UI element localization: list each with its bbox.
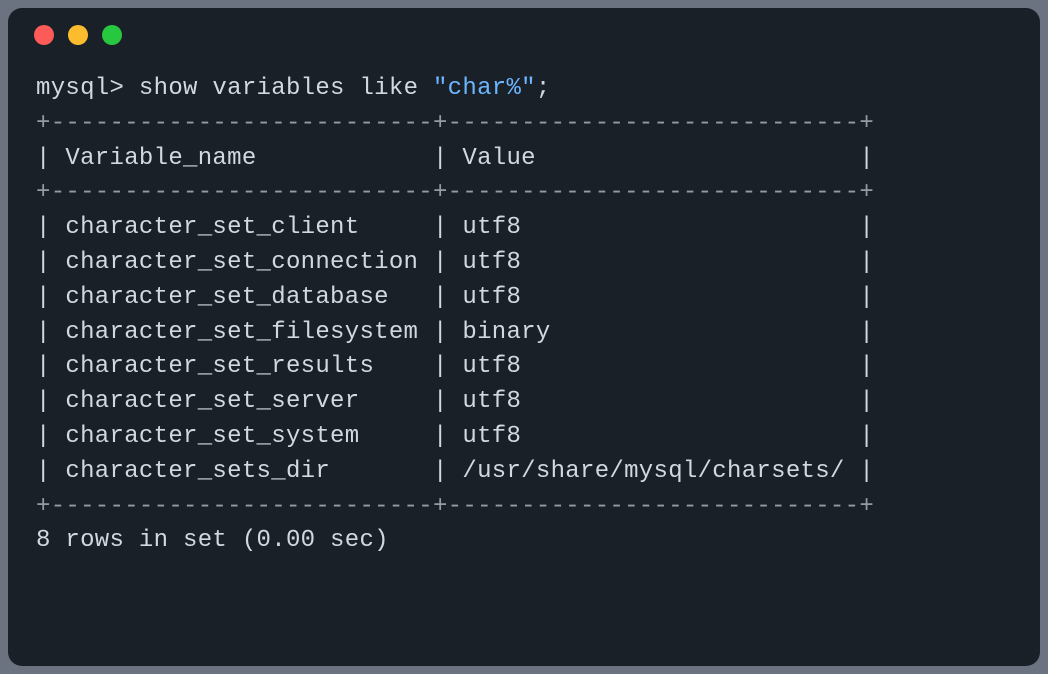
sql-string: "char%" [433,75,536,102]
table-header: | Variable_name | Value | [36,145,874,172]
window-titlebar [8,8,1040,62]
table-border-top: +--------------------------+------------… [36,110,874,137]
table-row: | character_set_server | utf8 | [36,388,874,415]
result-footer: 8 rows in set (0.00 sec) [36,527,389,554]
sql-terminator: ; [536,75,551,102]
table-row: | character_set_connection | utf8 | [36,249,874,276]
terminal-window: mysql> show variables like "char%"; +---… [8,8,1040,666]
table-border-mid: +--------------------------+------------… [36,179,874,206]
table-row: | character_set_system | utf8 | [36,423,874,450]
minimize-icon[interactable] [68,25,88,45]
table-row: | character_set_client | utf8 | [36,214,874,241]
terminal-body[interactable]: mysql> show variables like "char%"; +---… [8,62,1040,666]
sql-command: show variables like [139,75,433,102]
maximize-icon[interactable] [102,25,122,45]
table-row: | character_set_results | utf8 | [36,353,874,380]
table-border-bottom: +--------------------------+------------… [36,493,874,520]
close-icon[interactable] [34,25,54,45]
table-row: | character_set_database | utf8 | [36,284,874,311]
table-row: | character_set_filesystem | binary | [36,319,874,346]
prompt: mysql> [36,75,139,102]
table-row: | character_sets_dir | /usr/share/mysql/… [36,458,874,485]
